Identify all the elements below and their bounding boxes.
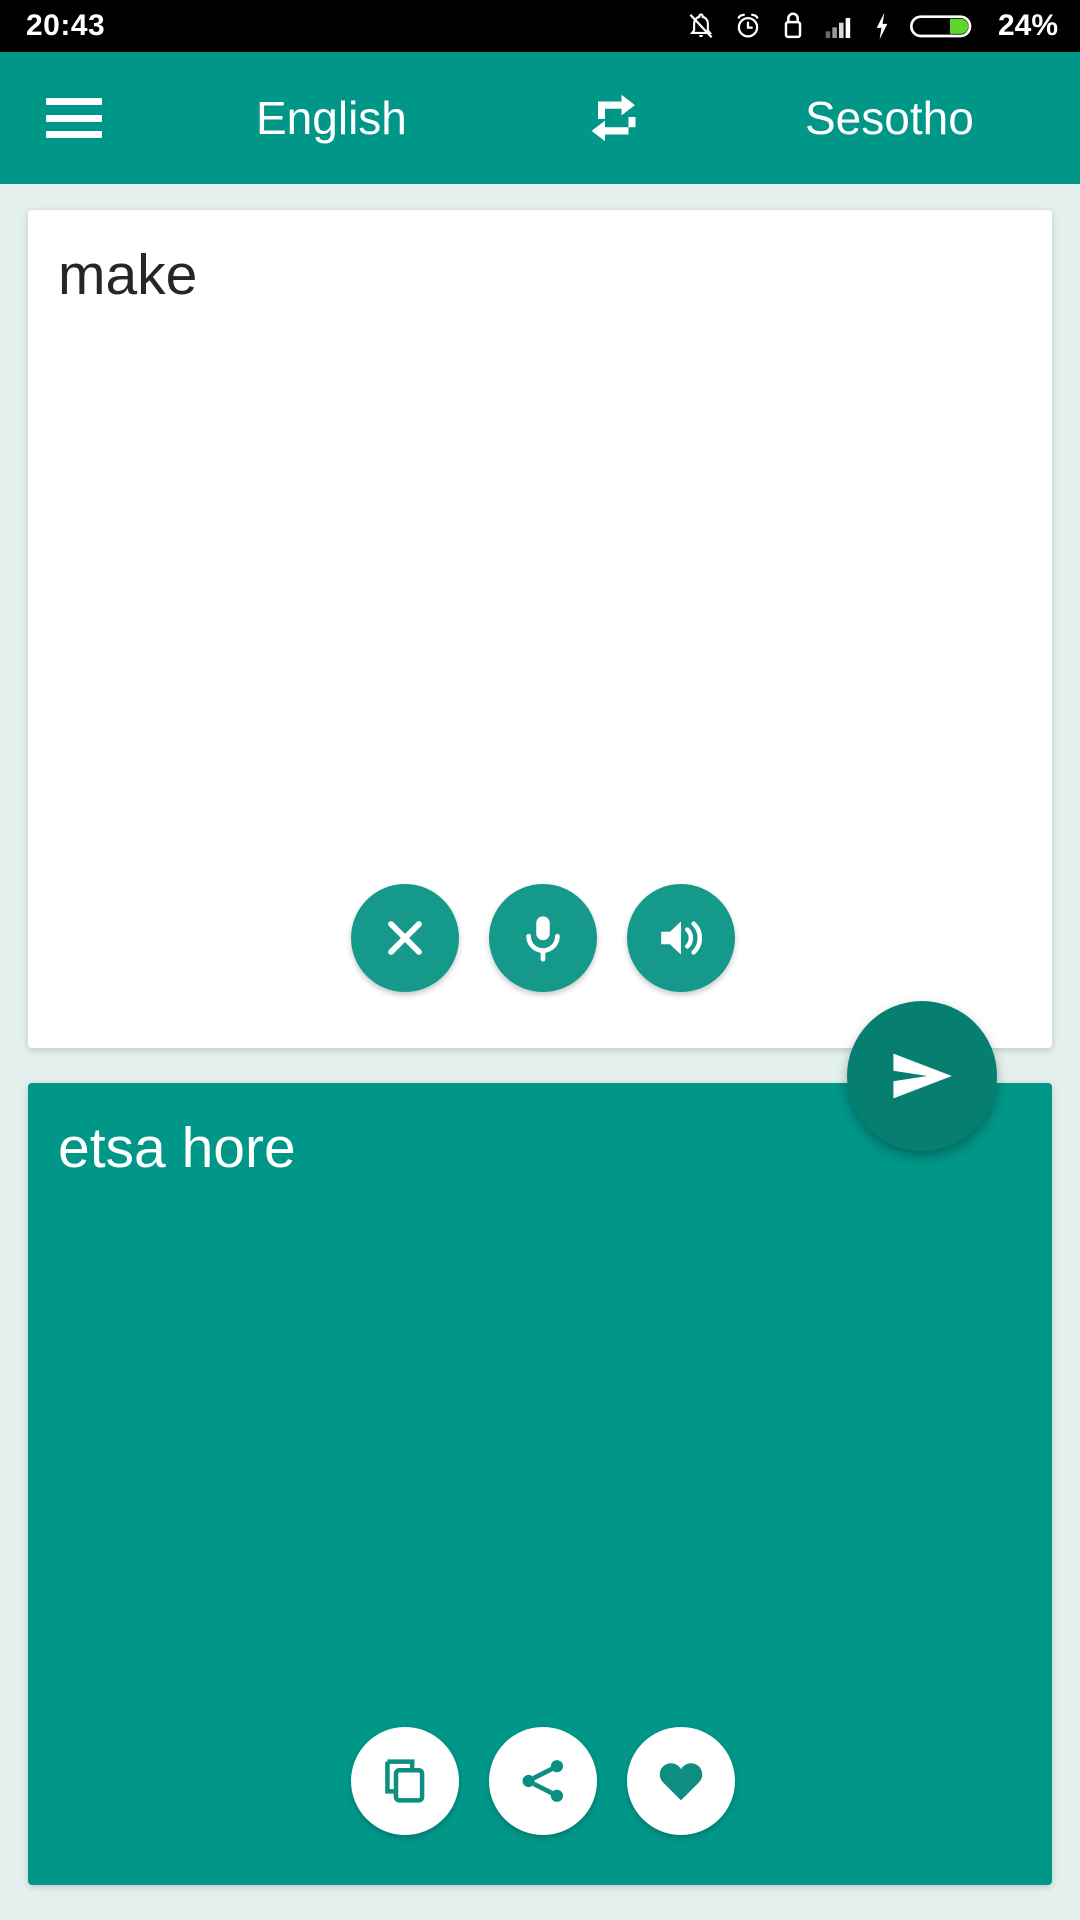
menu-bar-3 — [46, 131, 102, 138]
close-icon — [387, 921, 422, 955]
share-icon — [522, 1760, 563, 1802]
heart-icon — [659, 1763, 702, 1801]
copy-button[interactable] — [350, 1727, 459, 1835]
source-text-card[interactable]: make — [28, 210, 1052, 1048]
speaker-icon — [660, 921, 702, 955]
source-language-selector[interactable]: English — [256, 91, 407, 145]
speak-source-button[interactable] — [626, 884, 735, 992]
target-action-bar — [28, 1727, 1052, 1835]
status-time: 20:43 — [26, 9, 106, 42]
share-button[interactable] — [488, 1727, 597, 1835]
app-bar: English Sesotho — [0, 52, 1080, 184]
menu-bar-2 — [46, 114, 102, 122]
usb-lock-icon — [784, 12, 802, 39]
status-bar: 20:43 24% — [0, 0, 1080, 52]
charging-bolt-icon — [876, 12, 888, 40]
translate-send-button[interactable] — [847, 1001, 997, 1151]
source-text-input[interactable]: make — [58, 240, 1022, 311]
target-text-card[interactable]: etsa hore — [28, 1083, 1052, 1885]
clear-button[interactable] — [350, 884, 459, 992]
app-screen: 20:43 24% English Sesotho make etsa hore — [0, 0, 1080, 1920]
microphone-icon — [525, 916, 560, 962]
battery-percent: 24% — [997, 9, 1058, 42]
bell-off-icon — [689, 13, 713, 39]
alarm-clock-icon — [737, 13, 759, 38]
status-icons: 24% — [686, 10, 1058, 42]
source-action-bar — [28, 884, 1052, 992]
send-icon — [893, 1053, 952, 1099]
target-language-selector[interactable]: Sesotho — [805, 91, 974, 145]
battery-icon — [909, 15, 972, 38]
favorite-button[interactable] — [626, 1727, 735, 1835]
swap-languages-icon[interactable] — [575, 83, 651, 153]
voice-input-button[interactable] — [488, 884, 597, 992]
copy-icon — [384, 1759, 424, 1803]
menu-icon[interactable] — [46, 98, 102, 138]
menu-bar-1 — [46, 98, 102, 105]
signal-bars-icon — [825, 18, 851, 38]
